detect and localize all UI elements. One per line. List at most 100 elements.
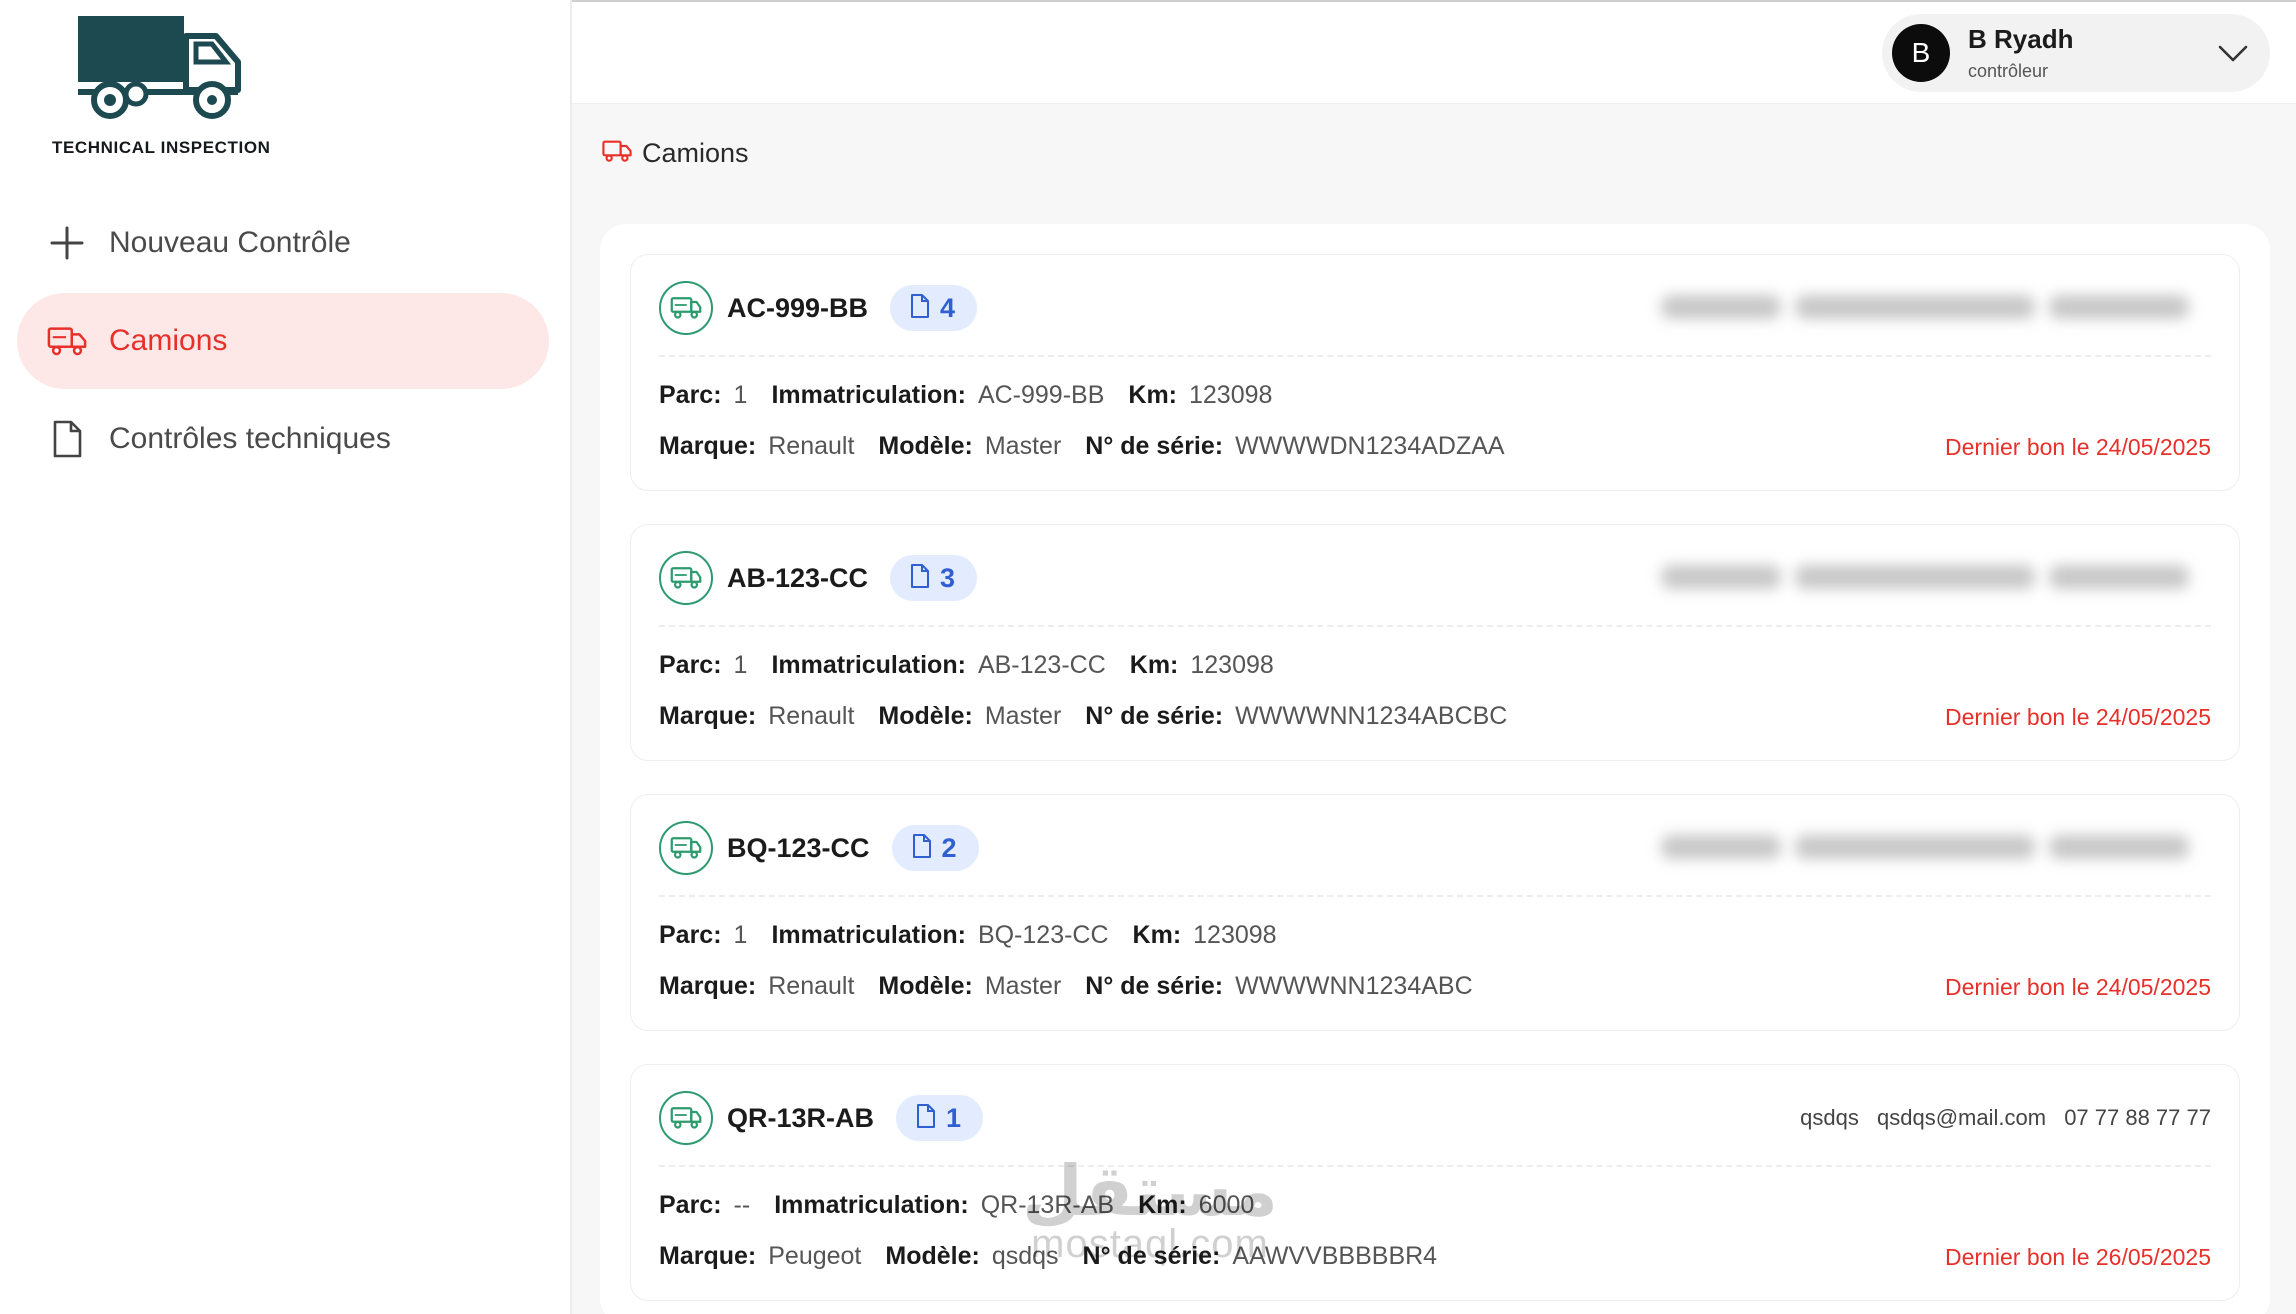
km-label: Km: <box>1129 651 1179 679</box>
serie-value: WWWWNN1234ABC <box>1235 972 1473 1000</box>
serie-label: N° de série: <box>1085 972 1224 1000</box>
truck-details-row1: Parc: -- Immatriculation: QR-13R-AB Km: 6000 <box>659 1191 1278 1220</box>
truck-details-row1: Parc: 1 Immatriculation: AB-123-CC Km: 123098 <box>659 651 1298 680</box>
truck-icon <box>47 321 87 361</box>
sidebar-item-controles-techniques[interactable]: Contrôles techniques <box>17 391 549 487</box>
document-count-badge[interactable]: 1 <box>896 1095 984 1141</box>
marque-value: Renault <box>768 972 855 1000</box>
page-title: Camions <box>602 138 749 169</box>
sidebar-item-label: Contrôles techniques <box>109 422 391 455</box>
contact-name: qsdqs <box>1800 1105 1859 1130</box>
document-count: 3 <box>940 562 956 593</box>
km-label: Km: <box>1128 381 1177 409</box>
truck-details-row1: Parc: 1 Immatriculation: BQ-123-CC Km: 123098 <box>659 921 1301 950</box>
contact-info-blurred <box>1661 295 2211 325</box>
immatriculation-label: Immatriculation: <box>771 921 966 949</box>
truck-details-row2: Marque: Renault Modèle: Master N° de série: W… <box>659 432 1529 461</box>
immatriculation-label: Immatriculation: <box>771 651 966 679</box>
truck-icon <box>659 821 713 875</box>
parc-value: 1 <box>733 651 748 679</box>
modele-label: Modèle: <box>878 702 973 730</box>
truck-details-row1: Parc: 1 Immatriculation: AC-999-BB Km: 123098 <box>659 381 1296 410</box>
logo-text: TECHNICAL INSPECTION <box>52 138 271 157</box>
modele-value: Master <box>984 432 1062 460</box>
document-count: 4 <box>940 292 956 323</box>
marque-value: Renault <box>768 702 855 730</box>
immatriculation-label: Immatriculation: <box>771 381 966 409</box>
marque-value: Peugeot <box>768 1242 862 1270</box>
last-bon-date: Dernier bon le 24/05/2025 <box>1945 434 2211 460</box>
contact-info-blurred <box>1661 835 2211 865</box>
modele-label: Modèle: <box>878 972 973 1000</box>
last-bon-date: Dernier bon le 24/05/2025 <box>1945 704 2211 730</box>
truck-card[interactable]: QR-13R-AB 1 qsdqs qsdqs@mail.com 07 77 8… <box>630 1064 2240 1301</box>
document-count-badge[interactable]: 2 <box>891 825 979 871</box>
last-bon-date: Dernier bon le 24/05/2025 <box>1945 974 2211 1000</box>
contact-email[interactable]: qsdqs@mail.com <box>1877 1105 2046 1130</box>
immatriculation-label: Immatriculation: <box>774 1191 969 1219</box>
page-title-text: Camions <box>642 138 749 168</box>
document-count-badge[interactable]: 3 <box>890 555 978 601</box>
document-count: 2 <box>941 832 957 863</box>
chevron-down-icon <box>2216 38 2250 73</box>
parc-value: 1 <box>733 921 748 949</box>
avatar: B <box>1892 24 1950 82</box>
plus-icon <box>47 223 87 263</box>
app-logo[interactable]: TECHNICAL INSPECTION <box>50 14 290 157</box>
sidebar-item-camions[interactable]: Camions <box>17 293 549 389</box>
last-bon-date: Dernier bon le 26/05/2025 <box>1945 1244 2211 1270</box>
sidebar: TECHNICAL INSPECTION Nouveau Contrôle Ca… <box>0 0 572 1314</box>
truck-logo-icon <box>78 16 241 119</box>
truck-card[interactable]: AB-123-CC 3 Parc: 1 Immatriculation: AB-123… <box>630 524 2240 761</box>
marque-label: Marque: <box>659 1242 757 1270</box>
parc-label: Parc: <box>659 1191 722 1219</box>
truck-plate[interactable]: AB-123-CC <box>727 563 868 594</box>
sidebar-item-label: Camions <box>109 324 228 357</box>
parc-value: 1 <box>733 381 748 409</box>
marque-label: Marque: <box>659 702 757 730</box>
truck-plate[interactable]: AC-999-BB <box>727 293 868 324</box>
truck-card-header: QR-13R-AB 1 <box>659 1091 984 1145</box>
truck-plate[interactable]: QR-13R-AB <box>727 1103 874 1134</box>
truck-card-header: AC-999-BB 4 <box>659 281 978 335</box>
card-divider <box>659 355 2211 357</box>
modele-value: qsdqs <box>991 1242 1059 1270</box>
user-name: B Ryadh <box>1968 24 2074 54</box>
marque-label: Marque: <box>659 432 757 460</box>
marque-label: Marque: <box>659 972 757 1000</box>
document-count-badge[interactable]: 4 <box>890 285 978 331</box>
serie-label: N° de série: <box>1085 702 1224 730</box>
serie-value: WWWWDN1234ADZAA <box>1235 432 1505 460</box>
truck-card[interactable]: AC-999-BB 4 Parc: 1 Immatriculation: AC-999… <box>630 254 2240 491</box>
km-label: Km: <box>1132 921 1182 949</box>
serie-label: N° de série: <box>1085 432 1224 460</box>
card-divider <box>659 625 2211 627</box>
contact-info: qsdqs qsdqs@mail.com 07 77 88 77 77 <box>1788 1105 2211 1131</box>
serie-value: WWWWNN1234ABCBC <box>1235 702 1508 730</box>
modele-label: Modèle: <box>878 432 973 460</box>
immatriculation-value: AC-999-BB <box>977 381 1105 409</box>
modele-value: Master <box>984 972 1062 1000</box>
topbar: B B Ryadh contrôleur <box>572 0 2296 104</box>
immatriculation-value: AB-123-CC <box>977 651 1106 679</box>
parc-label: Parc: <box>659 651 722 679</box>
truck-details-row2: Marque: Renault Modèle: Master N° de série: W… <box>659 972 1497 1001</box>
truck-plate[interactable]: BQ-123-CC <box>727 833 870 864</box>
truck-card[interactable]: BQ-123-CC 2 Parc: 1 Immatriculation: BQ-123… <box>630 794 2240 1031</box>
km-value: 123098 <box>1190 651 1274 679</box>
card-divider <box>659 1165 2211 1167</box>
parc-label: Parc: <box>659 381 722 409</box>
user-menu[interactable]: B B Ryadh contrôleur <box>1882 14 2270 92</box>
km-value: 6000 <box>1198 1191 1255 1219</box>
document-icon <box>910 563 930 593</box>
truck-list: AC-999-BB 4 Parc: 1 Immatriculation: AC-999… <box>600 224 2270 1314</box>
user-role: contrôleur <box>1968 61 2049 81</box>
km-value: 123098 <box>1189 381 1273 409</box>
contact-phone[interactable]: 07 77 88 77 77 <box>2064 1105 2211 1130</box>
truck-card-header: BQ-123-CC 2 <box>659 821 979 875</box>
truck-details-row2: Marque: Renault Modèle: Master N° de série: W… <box>659 702 1531 731</box>
truck-icon <box>602 139 632 168</box>
sidebar-item-nouveau-controle[interactable]: Nouveau Contrôle <box>17 195 549 291</box>
user-info: B Ryadh contrôleur <box>1968 24 2073 82</box>
main-content: Camions AC-999-BB 4 Parc: 1 Immatriculatio… <box>572 104 2296 1314</box>
